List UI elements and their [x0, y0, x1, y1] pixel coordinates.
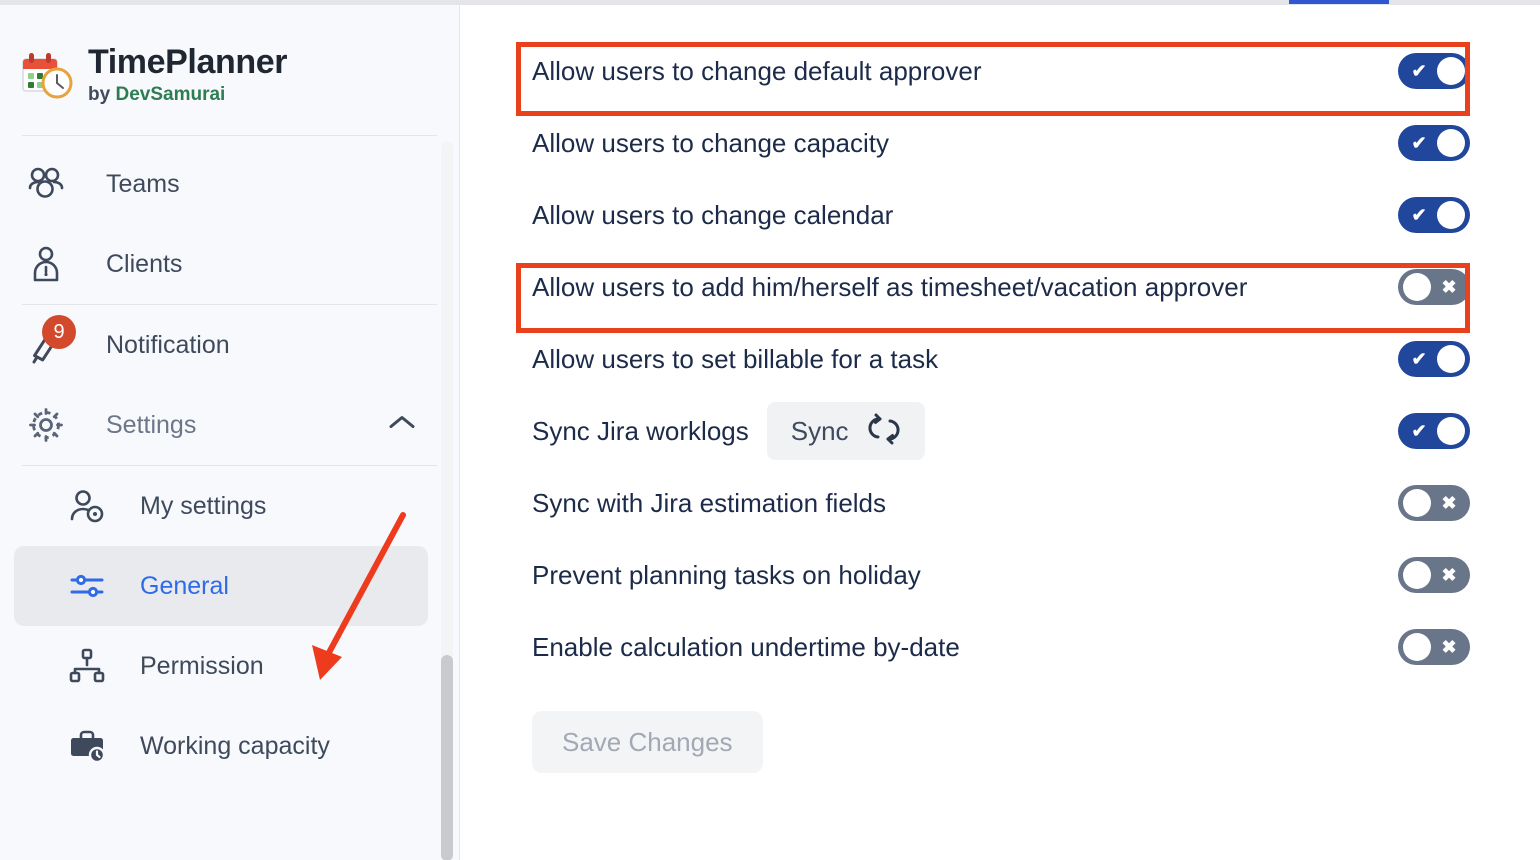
toggle-cross-glyph: ✖ — [1441, 277, 1457, 297]
active-tab-underline — [1289, 0, 1389, 4]
toggle-knob — [1437, 417, 1465, 445]
sync-button-label: Sync — [790, 415, 849, 446]
sidebar-item-clients[interactable]: Clients — [0, 224, 459, 304]
main-content: Allow users to change default approver ✔… — [461, 5, 1540, 860]
sync-button[interactable]: Sync — [766, 402, 925, 460]
bell-icon: 9 — [22, 315, 76, 369]
toggle-knob — [1403, 633, 1431, 661]
toggle-allow-change-capacity[interactable]: ✔ — [1398, 125, 1470, 161]
briefcase-clock-icon — [66, 722, 108, 770]
setting-row: Allow users to change calendar ✔ — [461, 179, 1540, 251]
toggle-allow-change-default-approver[interactable]: ✔ — [1398, 53, 1470, 89]
setting-label: Allow users to set billable for a task — [532, 343, 939, 374]
sidebar-item-label: Settings — [106, 410, 197, 439]
setting-label: Allow users to add him/herself as timesh… — [532, 271, 1248, 302]
sidebar-item-label: Clients — [106, 249, 183, 278]
setting-row: Sync Jira worklogs Sync ✔ — [461, 395, 1540, 467]
user-settings-icon — [66, 482, 108, 530]
notification-badge: 9 — [42, 315, 76, 349]
toggle-knob — [1403, 489, 1431, 517]
setting-row: Prevent planning tasks on holiday ✖ — [461, 539, 1540, 611]
toggle-check-glyph: ✔ — [1411, 61, 1427, 81]
setting-label: Allow users to change calendar — [532, 199, 894, 230]
toggle-allow-self-approver[interactable]: ✖ — [1398, 269, 1470, 305]
gear-icon — [22, 401, 70, 449]
toggle-prevent-planning-holiday[interactable]: ✖ — [1398, 557, 1470, 593]
toggle-knob — [1403, 273, 1431, 301]
toggle-allow-change-calendar[interactable]: ✔ — [1398, 197, 1470, 233]
toggle-knob — [1437, 201, 1465, 229]
toggle-check-glyph: ✔ — [1411, 133, 1427, 153]
setting-label: Allow users to change capacity — [532, 127, 889, 158]
toggle-cross-glyph: ✖ — [1441, 637, 1457, 657]
sync-refresh-icon — [867, 412, 901, 451]
toggle-cross-glyph: ✖ — [1441, 565, 1457, 585]
sidebar-item-label: Notification — [106, 330, 230, 359]
toggle-check-glyph: ✔ — [1411, 205, 1427, 225]
setting-row: Allow users to set billable for a task ✔ — [461, 323, 1540, 395]
sidebar-item-label: Teams — [106, 169, 180, 198]
setting-label: Sync with Jira estimation fields — [532, 487, 887, 518]
settings-list: Allow users to change default approver ✔… — [461, 5, 1540, 773]
calendar-clock-icon — [18, 47, 74, 103]
sidebar-item-notification[interactable]: 9 Notification — [0, 305, 459, 385]
sidebar-item-general[interactable]: General — [14, 546, 428, 626]
brand-text: TimePlanner by DevSamurai — [88, 42, 288, 107]
app-root: TimePlanner by DevSamurai Teams Clients … — [0, 0, 1540, 860]
toggle-knob — [1437, 57, 1465, 85]
chevron-up-icon[interactable] — [387, 413, 417, 438]
people-group-icon — [22, 160, 70, 208]
toggle-sync-jira-estimation[interactable]: ✖ — [1398, 485, 1470, 521]
sidebar: TimePlanner by DevSamurai Teams Clients … — [0, 5, 460, 860]
toggle-sync-jira-worklogs[interactable]: ✔ — [1398, 413, 1470, 449]
sidebar-item-label: My settings — [140, 491, 267, 520]
vendor-name: DevSamurai — [115, 84, 226, 106]
toggle-check-glyph: ✔ — [1411, 349, 1427, 369]
brand-header: TimePlanner by DevSamurai — [0, 5, 459, 115]
sidebar-item-label: Working capacity — [140, 731, 330, 760]
sidebar-item-settings[interactable]: Settings — [0, 385, 459, 465]
sidebar-nav: Teams Clients 9 Notification Settings My… — [0, 136, 459, 786]
setting-label: Allow users to change default approver — [532, 55, 982, 86]
app-title: TimePlanner — [88, 42, 288, 81]
toggle-cross-glyph: ✖ — [1441, 493, 1457, 513]
sliders-icon — [66, 562, 108, 610]
setting-label: Sync Jira worklogs — [532, 415, 749, 446]
toggle-allow-set-billable[interactable]: ✔ — [1398, 341, 1470, 377]
client-user-lock-icon — [22, 240, 70, 288]
setting-row: Sync with Jira estimation fields ✖ — [461, 467, 1540, 539]
sidebar-scrollbar-thumb[interactable] — [441, 655, 453, 860]
setting-row: Allow users to add him/herself as timesh… — [461, 251, 1540, 323]
sidebar-item-teams[interactable]: Teams — [0, 144, 459, 224]
save-area: Save Changes — [461, 683, 1540, 773]
sidebar-item-label: General — [140, 571, 229, 600]
sidebar-item-my-settings[interactable]: My settings — [0, 466, 459, 546]
setting-row: Allow users to change default approver ✔ — [461, 35, 1540, 107]
byline-prefix: by — [88, 84, 111, 106]
toggle-knob — [1403, 561, 1431, 589]
toggle-knob — [1437, 345, 1465, 373]
setting-label: Prevent planning tasks on holiday — [532, 559, 921, 590]
app-byline: by DevSamurai — [88, 84, 287, 106]
sidebar-item-working-capacity[interactable]: Working capacity — [0, 706, 459, 786]
sidebar-item-label: Permission — [140, 651, 264, 680]
toggle-knob — [1437, 129, 1465, 157]
sidebar-item-permission[interactable]: Permission — [0, 626, 459, 706]
toggle-check-glyph: ✔ — [1411, 421, 1427, 441]
save-changes-button[interactable]: Save Changes — [532, 711, 763, 773]
org-chart-icon — [66, 642, 108, 690]
toggle-enable-undertime-by-date[interactable]: ✖ — [1398, 629, 1470, 665]
setting-row: Enable calculation undertime by-date ✖ — [461, 611, 1540, 683]
setting-row: Allow users to change capacity ✔ — [461, 107, 1540, 179]
setting-label: Enable calculation undertime by-date — [532, 631, 960, 662]
